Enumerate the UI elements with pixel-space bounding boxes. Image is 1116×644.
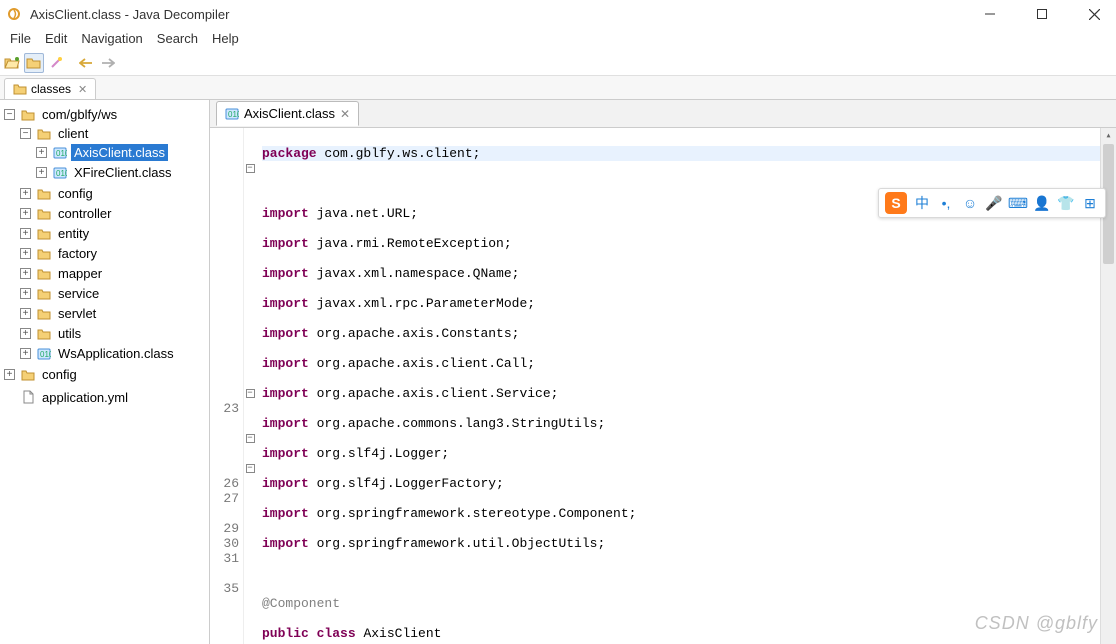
tree-root[interactable]: com/gblfy/ws [39,106,120,123]
expand-icon[interactable]: − [4,109,15,120]
close-button[interactable] [1080,4,1108,24]
back-icon[interactable] [76,53,96,73]
folder-icon [36,187,52,201]
folder-icon [36,287,52,301]
tree-utils[interactable]: utils [55,325,84,342]
expand-icon[interactable]: + [20,308,31,319]
project-tab[interactable]: classes ✕ [4,78,96,99]
tree-xfireclient[interactable]: XFireClient.class [71,164,175,181]
expand-icon[interactable]: + [20,328,31,339]
menu-edit[interactable]: Edit [39,29,73,48]
line-gutter: 23 26 27 29 30 31 35 [210,128,244,644]
editor-tab-bar: 010 AxisClient.class ✕ [210,100,1116,128]
tree-factory[interactable]: factory [55,245,100,262]
expand-icon[interactable]: + [20,188,31,199]
tree-config2[interactable]: config [39,366,80,383]
ime-toolbox-icon[interactable]: ⊞ [1081,194,1099,212]
tree-client[interactable]: client [55,125,91,142]
sogou-logo-icon[interactable]: S [885,192,907,214]
svg-text:010: 010 [56,149,67,158]
window-title: AxisClient.class - Java Decompiler [30,7,976,22]
class-icon: 010 [225,108,239,120]
folder-icon [36,307,52,321]
title-bar: AxisClient.class - Java Decompiler [0,0,1116,28]
ime-emoji-icon[interactable]: ☺ [961,194,979,212]
expand-icon[interactable]: + [20,348,31,359]
tree-appyml[interactable]: application.yml [39,389,131,406]
expand-icon[interactable]: − [20,128,31,139]
expand-icon[interactable]: + [36,167,47,178]
menu-file[interactable]: File [4,29,37,48]
class-icon: 010 [52,166,68,180]
folder-icon [20,368,36,382]
file-icon [20,390,36,404]
menu-search[interactable]: Search [151,29,204,48]
close-icon[interactable]: ✕ [78,83,87,96]
folder-icon [36,267,52,281]
svg-text:010: 010 [40,350,51,359]
tree-controller[interactable]: controller [55,205,114,222]
app-icon [8,6,24,22]
package-explorer[interactable]: −com/gblfy/ws −client +010AxisClient.cla… [0,100,210,644]
tree-mapper[interactable]: mapper [55,265,105,282]
menu-bar: File Edit Navigation Search Help [0,28,1116,50]
ime-toolbar[interactable]: S 中 •, ☺ 🎤 ⌨ 👤 👕 ⊞ [878,188,1106,218]
expand-icon[interactable]: + [20,208,31,219]
project-tab-label: classes [31,82,71,96]
menu-navigation[interactable]: Navigation [75,29,148,48]
expand-icon[interactable]: + [4,369,15,380]
folder-icon [36,227,52,241]
fold-column[interactable]: − − − − [244,128,256,644]
tree-axisclient[interactable]: AxisClient.class [71,144,168,161]
folder-icon [36,247,52,261]
expand-icon[interactable]: + [20,248,31,259]
scroll-up-icon[interactable]: ▴ [1101,128,1116,144]
close-icon[interactable]: ✕ [340,107,350,121]
editor-area: 010 AxisClient.class ✕ 23 26 27 29 30 31… [210,100,1116,644]
folder-icon [13,83,27,95]
class-icon: 010 [52,146,68,160]
editor-tab[interactable]: 010 AxisClient.class ✕ [216,101,359,126]
expand-icon[interactable]: + [20,268,31,279]
project-tab-bar: classes ✕ [0,76,1116,100]
tree-service[interactable]: service [55,285,102,302]
editor-tab-label: AxisClient.class [244,106,335,121]
folder-icon [36,327,52,341]
tree-wsapp[interactable]: WsApplication.class [55,345,177,362]
open-type-icon[interactable] [24,53,44,73]
svg-text:010: 010 [228,110,239,119]
menu-help[interactable]: Help [206,29,245,48]
expand-icon[interactable]: + [20,288,31,299]
ime-voice-icon[interactable]: 🎤 [985,194,1003,212]
maximize-button[interactable] [1028,4,1056,24]
ime-user-icon[interactable]: 👤 [1033,194,1051,212]
class-icon: 010 [36,347,52,361]
ime-language[interactable]: 中 [913,194,931,212]
expand-icon[interactable]: + [20,228,31,239]
tree-entity[interactable]: entity [55,225,92,242]
folder-icon [36,207,52,221]
tree-config[interactable]: config [55,185,96,202]
package-icon [20,108,36,122]
expand-icon[interactable]: + [36,147,47,158]
open-file-icon[interactable] [2,53,22,73]
toolbar [0,50,1116,76]
forward-icon[interactable] [98,53,118,73]
ime-skin-icon[interactable]: 👕 [1057,194,1075,212]
tree-servlet[interactable]: servlet [55,305,99,322]
minimize-button[interactable] [976,4,1004,24]
wand-icon[interactable] [46,53,66,73]
ime-keyboard-icon[interactable]: ⌨ [1009,194,1027,212]
folder-icon [36,127,52,141]
ime-punctuation-icon[interactable]: •, [937,194,955,212]
svg-text:010: 010 [56,169,67,178]
